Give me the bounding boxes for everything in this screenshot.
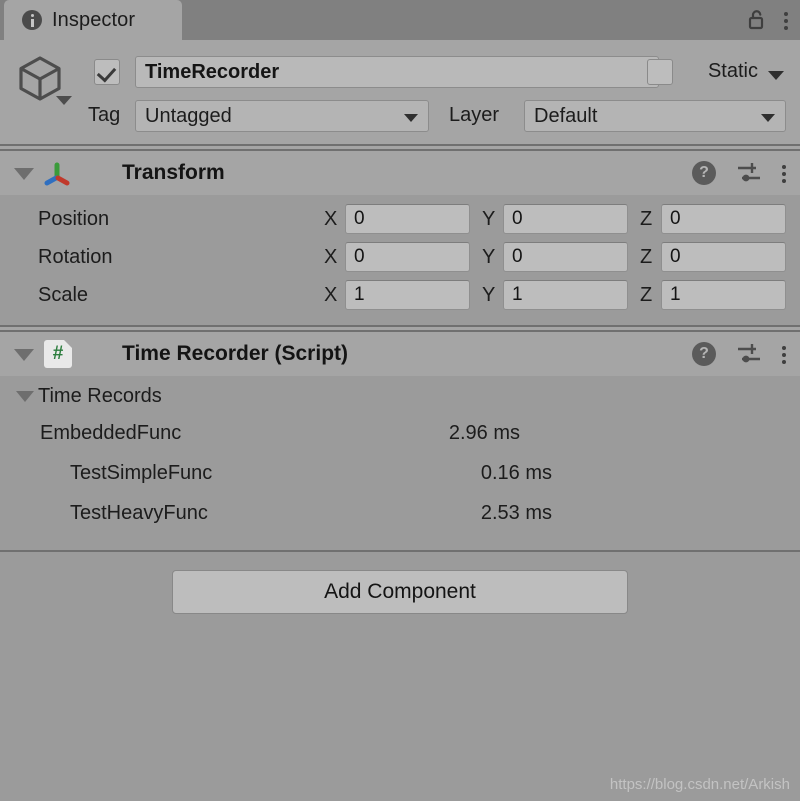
record-name: TestHeavyFunc [70, 502, 208, 524]
gameobject-enabled-checkbox[interactable] [94, 59, 120, 85]
tag-label: Tag [88, 104, 121, 126]
scale-y-axis-label: Y [482, 284, 496, 306]
rotation-label: Rotation [38, 246, 113, 268]
add-component-button[interactable]: Add Component [172, 570, 628, 614]
tag-layer-row: Tag Untagged Layer Default [0, 98, 800, 136]
transform-position-row: Position X 0 Y 0 Z 0 [0, 201, 800, 239]
position-z-input[interactable]: 0 [661, 204, 786, 234]
foldout-arrow-transform-icon[interactable] [14, 168, 34, 180]
time-records-label: Time Records [38, 385, 162, 407]
scale-z-input[interactable]: 1 [661, 280, 786, 310]
help-circle-icon[interactable]: ? [692, 342, 716, 366]
gameobject-name-row: TimeRecorder Static [0, 52, 800, 105]
layer-value: Default [534, 104, 598, 127]
preset-sliders-icon[interactable] [736, 161, 762, 185]
component-title-transform: Transform [122, 161, 225, 184]
tab-inspector-label: Inspector [52, 8, 136, 31]
foldout-arrow-time-records-icon[interactable] [16, 391, 34, 402]
time-record-row: TestSimpleFunc 0.16 ms [0, 456, 800, 496]
static-label: Static [707, 60, 758, 82]
component-header-time-recorder[interactable]: # Time Recorder (Script) ? [0, 332, 800, 376]
component-header-actions-transform: ? [692, 151, 786, 195]
rotation-x-input[interactable]: 0 [345, 242, 470, 272]
position-x-axis-label: X [324, 208, 338, 230]
static-dropdown-caret-icon[interactable] [768, 71, 784, 80]
add-component-area: Add Component [0, 552, 800, 638]
position-label: Position [38, 208, 110, 230]
position-x-input[interactable]: 0 [345, 204, 470, 234]
component-header-transform[interactable]: Transform ? [0, 151, 800, 195]
rotation-y-axis-label: Y [482, 246, 496, 268]
tabbar-actions [748, 0, 788, 40]
position-y-input[interactable]: 0 [503, 204, 628, 234]
time-record-row: TestHeavyFunc 2.53 ms [0, 496, 800, 536]
foldout-arrow-time-recorder-icon[interactable] [14, 349, 34, 361]
tag-value: Untagged [145, 104, 232, 127]
transform-body: Position X 0 Y 0 Z 0 Rotation X 0 Y 0 Z … [0, 195, 800, 325]
csharp-hash-glyph: # [52, 343, 64, 364]
position-y-axis-label: Y [482, 208, 496, 230]
rotation-y-input[interactable]: 0 [503, 242, 628, 272]
transform-rotation-row: Rotation X 0 Y 0 Z 0 [0, 239, 800, 277]
kebab-menu-icon[interactable] [784, 10, 788, 30]
component-title-time-recorder: Time Recorder (Script) [122, 342, 349, 365]
scale-x-input[interactable]: 1 [345, 280, 470, 310]
gameobject-header: TimeRecorder Static Tag Untagged Layer D… [0, 40, 800, 144]
scale-y-input[interactable]: 1 [503, 280, 628, 310]
lock-open-icon[interactable] [748, 10, 766, 30]
time-recorder-body: Time Records EmbeddedFunc 2.96 ms TestSi… [0, 376, 800, 550]
record-value: 0.16 ms [480, 462, 552, 484]
help-circle-icon[interactable]: ? [692, 161, 716, 185]
info-icon [22, 10, 42, 30]
record-value: 2.96 ms [448, 422, 520, 444]
chevron-down-icon [404, 114, 418, 122]
kebab-menu-icon[interactable] [782, 344, 786, 364]
layer-label: Layer [449, 104, 500, 126]
record-name: TestSimpleFunc [70, 462, 213, 484]
rotation-z-axis-label: Z [640, 246, 653, 268]
kebab-menu-icon[interactable] [782, 163, 786, 183]
rotation-z-input[interactable]: 0 [661, 242, 786, 272]
transform-scale-row: Scale X 1 Y 1 Z 1 [0, 277, 800, 315]
tab-inspector[interactable]: Inspector [4, 0, 182, 40]
watermark: https://blog.csdn.net/Arkish [609, 776, 790, 793]
static-checkbox[interactable] [647, 59, 673, 85]
inspector-tabbar: Inspector [0, 0, 800, 40]
chevron-down-icon [761, 114, 775, 122]
time-record-row: EmbeddedFunc 2.96 ms [0, 416, 800, 456]
gameobject-name-input[interactable]: TimeRecorder [135, 56, 659, 88]
preset-sliders-icon[interactable] [736, 342, 762, 366]
position-z-axis-label: Z [640, 208, 653, 230]
record-name: EmbeddedFunc [40, 422, 182, 444]
unity-inspector-window: Inspector TimeRecorder Static Tag Untagg… [0, 0, 800, 801]
time-records-foldout-row[interactable]: Time Records [0, 380, 800, 416]
rotation-x-axis-label: X [324, 246, 338, 268]
transform-gizmo-icon [42, 161, 72, 187]
scale-x-axis-label: X [324, 284, 338, 306]
csharp-script-icon: # [44, 340, 72, 368]
record-value: 2.53 ms [480, 502, 552, 524]
layer-dropdown[interactable]: Default [524, 100, 786, 132]
tag-dropdown[interactable]: Untagged [135, 100, 429, 132]
scale-label: Scale [38, 284, 89, 306]
inspector-panel: TimeRecorder Static Tag Untagged Layer D… [0, 40, 800, 801]
scale-z-axis-label: Z [640, 284, 653, 306]
component-header-actions-time-recorder: ? [692, 332, 786, 376]
